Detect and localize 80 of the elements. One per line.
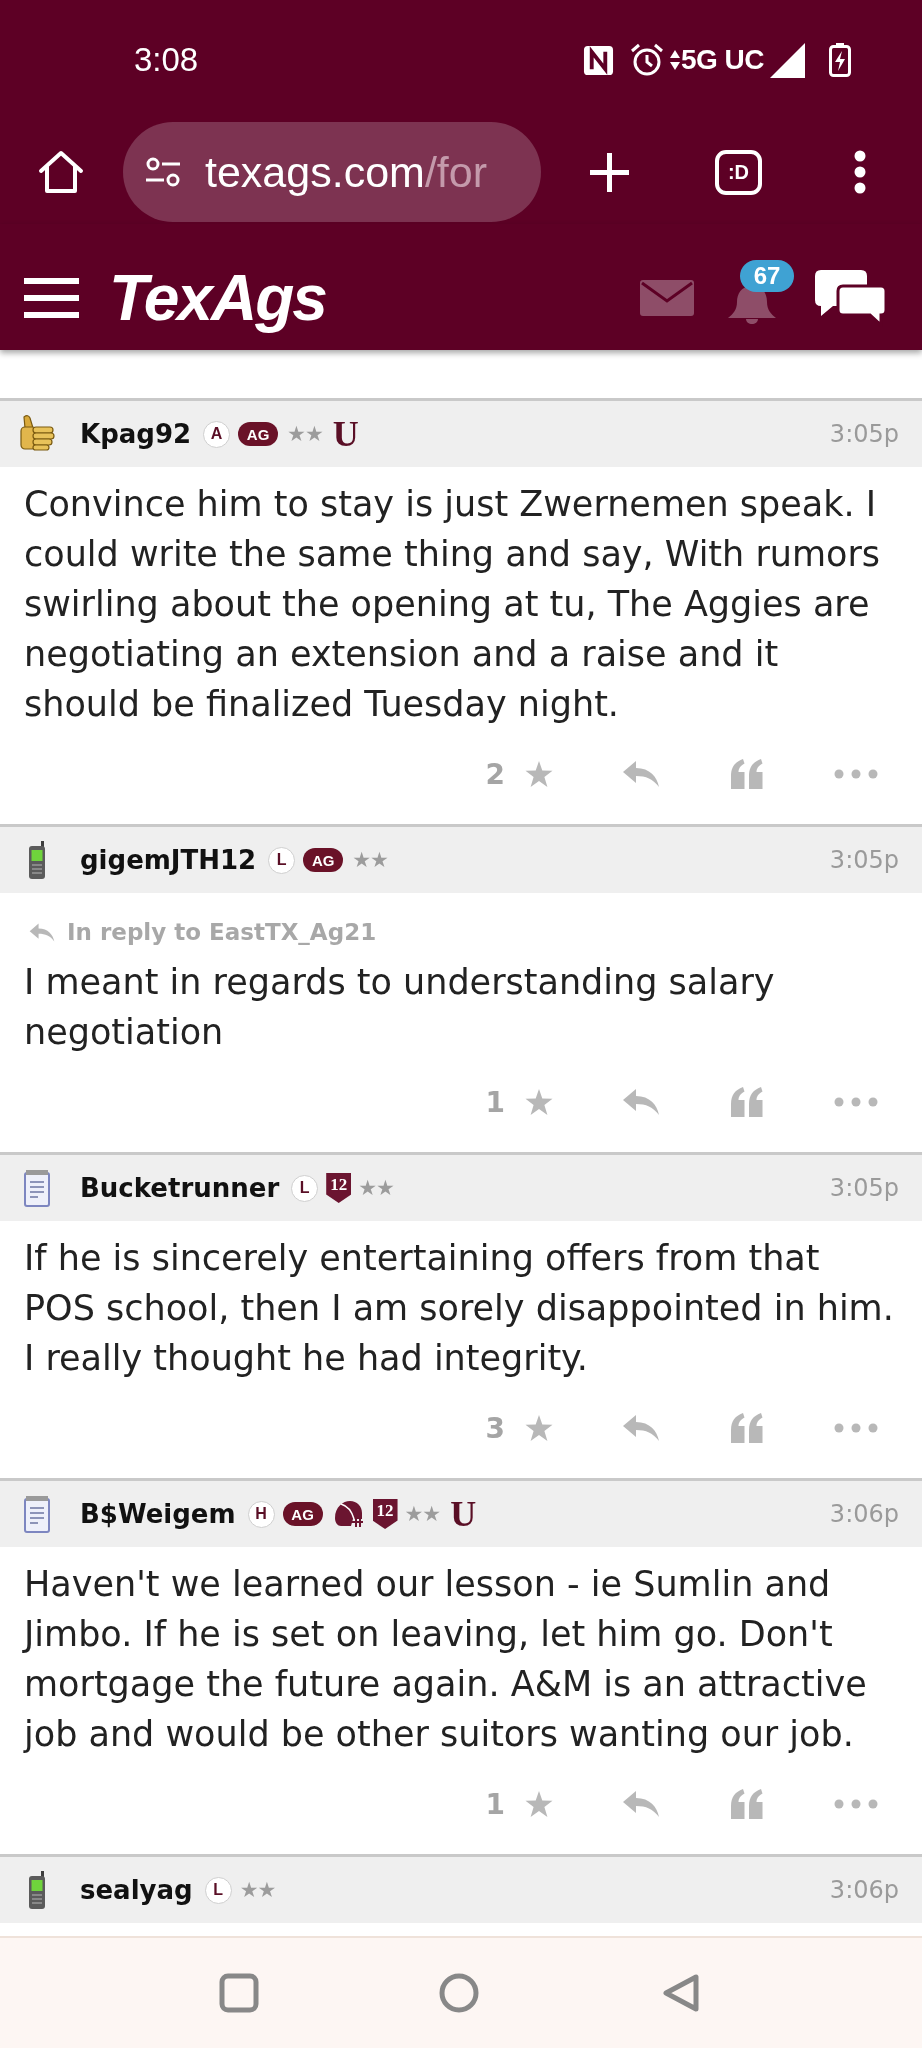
quote-icon xyxy=(729,1789,765,1819)
shield-badge: 12 xyxy=(326,1173,352,1203)
reply-icon xyxy=(622,1413,660,1443)
network-type: 5G UC xyxy=(680,44,764,76)
quote-button[interactable] xyxy=(729,1413,765,1443)
post-time: 3:06p xyxy=(829,1500,899,1528)
quote-icon xyxy=(729,759,765,789)
signal-icon xyxy=(770,42,805,78)
reply-icon xyxy=(622,1087,660,1117)
post-text: Haven't we learned our lesson - ie Sumlin and Jimbo. If he is set on leaving, let him go. Don't mortgage the future again. A&M is an attractive job and would be other suitors wanting our job. xyxy=(24,1563,868,1756)
rank-badge: H xyxy=(247,1500,275,1528)
tab-switcher-button[interactable]: :D xyxy=(715,149,762,195)
reply-button[interactable] xyxy=(622,1789,660,1819)
username-link[interactable]: B$Weigem xyxy=(80,1499,236,1529)
member-badge: AG xyxy=(303,848,344,872)
home-circle-icon[interactable] xyxy=(439,1973,479,2013)
rank-stars: ★★ xyxy=(239,1878,276,1902)
reply-button[interactable] xyxy=(622,759,660,789)
username-link[interactable]: gigemJTH12 xyxy=(80,845,257,875)
status-time: 3:08 xyxy=(134,42,199,78)
letter-label: U xyxy=(332,420,359,448)
username-link[interactable]: sealyag xyxy=(80,1875,193,1905)
star-icon xyxy=(525,1414,553,1442)
post-text: Convince him to stay is just Zwernemen speak. I could write the same thing and say, With rumors swirling about the opening at tu, The Aggies are negotiating an extension and a raise and it should be finalized Tuesday night. xyxy=(24,483,882,726)
home-icon[interactable] xyxy=(38,150,84,194)
quote-button[interactable] xyxy=(729,1087,765,1117)
site-settings-icon[interactable] xyxy=(144,157,182,187)
rank-badge: A xyxy=(203,420,231,448)
quote-icon xyxy=(729,1413,765,1443)
post-text: If he is sincerely entertaining offers from that POS school, then I am sorely disappointed in him. I really thought he had integrity. xyxy=(24,1237,894,1380)
rank-badge: L xyxy=(291,1174,319,1202)
member-badge: AG xyxy=(282,1502,323,1526)
data-arrows-icon xyxy=(669,48,680,72)
more-icon xyxy=(834,1799,878,1809)
star-icon xyxy=(525,760,553,788)
post-time: 3:05p xyxy=(829,846,899,874)
quote-button[interactable] xyxy=(729,759,765,789)
reply-icon xyxy=(622,1789,660,1819)
recents-icon[interactable] xyxy=(219,1973,259,2013)
username-link[interactable]: Kpag92 xyxy=(80,419,192,449)
thumbs-up-icon xyxy=(17,414,57,454)
rank-badge: L xyxy=(268,846,296,874)
post-time: 3:06p xyxy=(829,1876,899,1904)
rank-stars: ★★ xyxy=(352,848,388,872)
rank-badge: L xyxy=(204,1876,232,1904)
username-link[interactable]: Bucketrunner xyxy=(80,1173,280,1203)
nfc-icon xyxy=(582,44,614,76)
post-time: 3:05p xyxy=(829,1174,899,1202)
mail-icon[interactable] xyxy=(640,280,694,316)
star-icon xyxy=(525,1790,553,1818)
member-badge: AG xyxy=(238,422,279,446)
post-text: I meant in regards to understanding salary negotiation xyxy=(24,961,776,1054)
post-time: 3:05p xyxy=(829,420,899,448)
more-button[interactable] xyxy=(834,1799,878,1809)
more-options-icon[interactable] xyxy=(854,150,866,194)
reply-arrow-icon xyxy=(29,921,55,943)
more-button[interactable] xyxy=(834,1423,878,1433)
back-icon[interactable] xyxy=(662,1973,700,2013)
more-button[interactable] xyxy=(834,769,878,779)
new-tab-icon[interactable] xyxy=(588,150,631,194)
url-field[interactable]: texags.com/for xyxy=(123,122,541,222)
more-icon xyxy=(834,1423,878,1433)
more-icon xyxy=(834,1097,878,1107)
reply-button[interactable] xyxy=(622,1413,660,1443)
more-icon xyxy=(834,769,878,779)
rank-stars: ★★ xyxy=(404,1502,441,1526)
reply-icon xyxy=(622,759,660,789)
star-icon xyxy=(525,1088,553,1116)
rank-stars: ★★ xyxy=(287,422,323,446)
letter-label: U xyxy=(450,1500,477,1528)
reply-button[interactable] xyxy=(622,1087,660,1117)
shield-badge: 12 xyxy=(372,1499,398,1529)
menu-icon[interactable] xyxy=(24,278,79,318)
battery-icon xyxy=(829,43,851,77)
alarm-icon xyxy=(629,43,664,77)
quote-button[interactable] xyxy=(729,1789,765,1819)
more-button[interactable] xyxy=(834,1097,878,1107)
quote-icon xyxy=(729,1087,765,1117)
rank-stars: ★★ xyxy=(358,1176,394,1200)
notification-count: 67 xyxy=(740,260,794,292)
